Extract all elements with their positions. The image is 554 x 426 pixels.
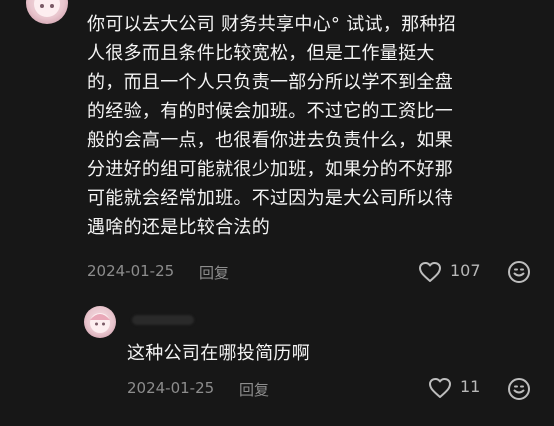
comment-thread: 你可以去大公司 财务共享中心° 试试，那种招 人很多而且条件比较宽松，但是工作量… xyxy=(0,0,554,426)
comment-line: 可能就会经常加班。不过因为是大公司所以待 xyxy=(87,188,453,209)
smiley-icon[interactable] xyxy=(507,377,531,401)
reply-avatar[interactable] xyxy=(84,306,116,338)
comment-reply-button[interactable]: 回复 xyxy=(199,262,229,283)
comment-date: 2024-01-25 xyxy=(87,262,175,280)
reply-text: 这种公司在哪投简历啊 xyxy=(127,343,310,364)
avatar-illustration xyxy=(34,0,60,17)
avatar-illustration xyxy=(90,313,110,333)
heart-outline-icon[interactable] xyxy=(418,262,442,282)
comment-line: 的，而且一个人只负责一部分所以学不到全盘 xyxy=(87,72,453,93)
comment-text: 你可以去大公司 财务共享中心° 试试，那种招 人很多而且条件比较宽松，但是工作量… xyxy=(87,10,537,242)
comment-line: 的经验，有的时候会加班。不过它的工资比一 xyxy=(87,101,453,122)
reply-reply-button[interactable]: 回复 xyxy=(239,379,269,400)
smiley-icon[interactable] xyxy=(507,260,531,284)
comment-like-count: 107 xyxy=(450,261,481,280)
comment-line: 你可以去大公司 财务共享中心° 试试，那种招 xyxy=(87,14,457,35)
reply-date: 2024-01-25 xyxy=(127,379,215,397)
comment-line: 般的会高一点，也很看你进去负责什么，如果 xyxy=(87,130,453,151)
commenter-avatar[interactable] xyxy=(26,0,68,24)
comment-line: 分进好的组可能就很少加班，如果分的不好那 xyxy=(87,159,453,180)
heart-outline-icon[interactable] xyxy=(428,378,452,398)
reply-username-redacted xyxy=(132,315,194,325)
comment-line: 人很多而且条件比较宽松，但是工作量挺大 xyxy=(87,43,435,64)
reply-like-count: 11 xyxy=(460,377,481,396)
comment-line: 遇啥的还是比较合法的 xyxy=(87,217,270,238)
